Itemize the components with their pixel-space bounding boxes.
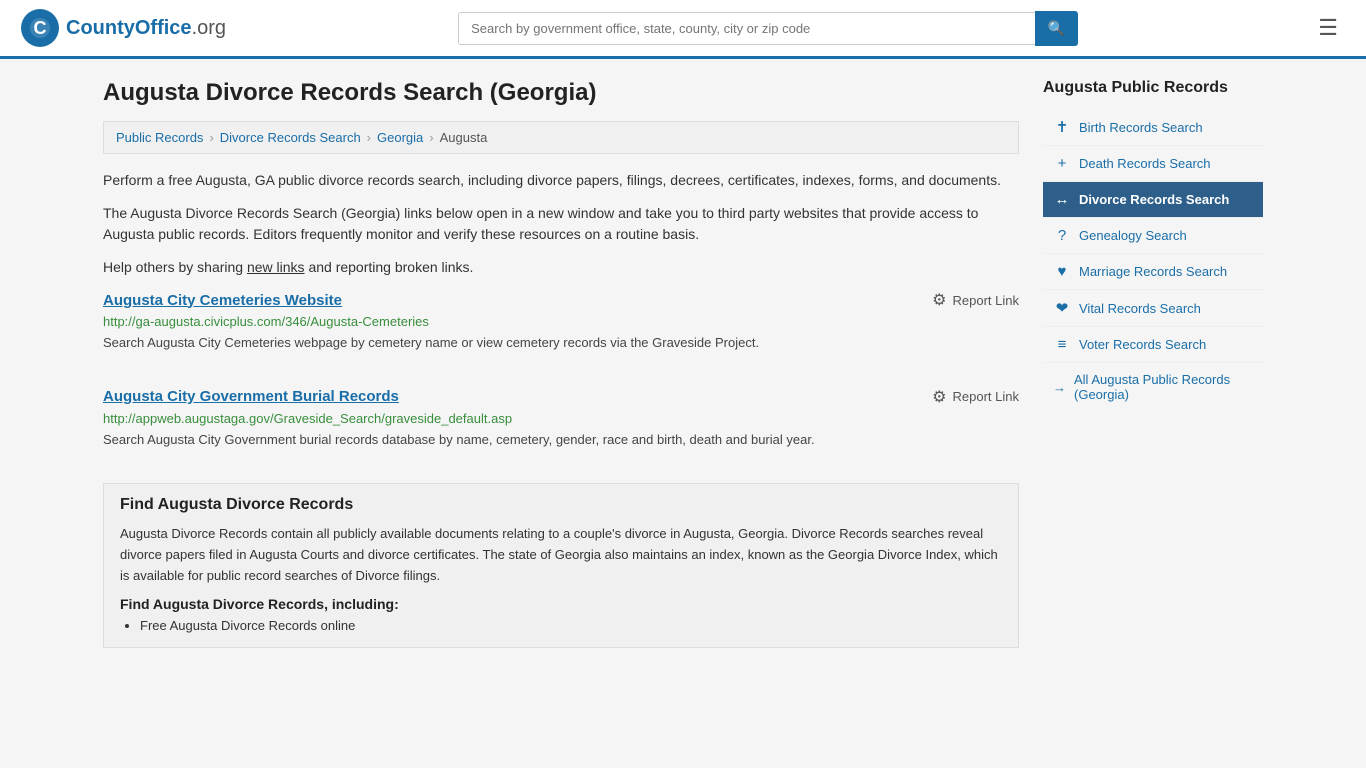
breadcrumb-sep-1: › bbox=[209, 130, 213, 145]
sidebar-label-voter-records: Voter Records Search bbox=[1079, 337, 1206, 352]
genealogy-icon: ? bbox=[1053, 227, 1071, 244]
content-area: Augusta Divorce Records Search (Georgia)… bbox=[103, 79, 1019, 648]
record-entry-1-header: Augusta City Cemeteries Website ⚙ Report… bbox=[103, 290, 1019, 310]
breadcrumb-georgia[interactable]: Georgia bbox=[377, 130, 423, 145]
report-link-label-2: Report Link bbox=[953, 389, 1019, 404]
marriage-records-icon: ♥ bbox=[1053, 263, 1071, 280]
page-title: Augusta Divorce Records Search (Georgia) bbox=[103, 79, 1019, 107]
find-section: Find Augusta Divorce Records Augusta Div… bbox=[103, 483, 1019, 648]
report-icon-2: ⚙ bbox=[932, 387, 946, 407]
record-entry-2: Augusta City Government Burial Records ⚙… bbox=[103, 387, 1019, 464]
description-3: Help others by sharing new links and rep… bbox=[103, 257, 1019, 278]
voter-records-icon: ≡ bbox=[1053, 336, 1071, 353]
sidebar-item-voter-records[interactable]: ≡ Voter Records Search bbox=[1043, 327, 1263, 363]
logo-icon: C bbox=[20, 8, 60, 48]
sidebar-label-genealogy: Genealogy Search bbox=[1079, 228, 1187, 243]
sidebar-item-birth-records[interactable]: ✝ Birth Records Search bbox=[1043, 109, 1263, 146]
logo-text: CountyOffice.org bbox=[66, 17, 226, 40]
sidebar-title: Augusta Public Records bbox=[1043, 79, 1263, 97]
breadcrumb-public-records[interactable]: Public Records bbox=[116, 130, 203, 145]
find-body: Augusta Divorce Records contain all publ… bbox=[120, 524, 1002, 586]
divorce-records-icon: ↔ bbox=[1053, 191, 1071, 208]
description-1: Perform a free Augusta, GA public divorc… bbox=[103, 170, 1019, 191]
birth-records-icon: ✝ bbox=[1053, 118, 1071, 136]
sidebar-label-marriage-records: Marriage Records Search bbox=[1079, 264, 1227, 279]
record-entry-2-header: Augusta City Government Burial Records ⚙… bbox=[103, 387, 1019, 407]
death-records-icon: + bbox=[1053, 155, 1071, 172]
description-2: The Augusta Divorce Records Search (Geor… bbox=[103, 203, 1019, 245]
list-item: Free Augusta Divorce Records online bbox=[140, 618, 1002, 633]
breadcrumb-divorce-records[interactable]: Divorce Records Search bbox=[220, 130, 361, 145]
find-heading: Find Augusta Divorce Records bbox=[120, 496, 1002, 514]
breadcrumb-sep-3: › bbox=[429, 130, 433, 145]
search-button[interactable]: 🔍 bbox=[1035, 11, 1078, 46]
record-url-1[interactable]: http://ga-augusta.civicplus.com/346/Augu… bbox=[103, 314, 1019, 329]
sidebar-all-records-label: All Augusta Public Records (Georgia) bbox=[1074, 372, 1253, 402]
sidebar-all-records-link[interactable]: → All Augusta Public Records (Georgia) bbox=[1043, 363, 1263, 411]
sidebar-label-birth-records: Birth Records Search bbox=[1079, 120, 1203, 135]
report-link-2[interactable]: ⚙ Report Link bbox=[932, 387, 1019, 407]
search-input[interactable] bbox=[458, 12, 1035, 45]
record-desc-1: Search Augusta City Cemeteries webpage b… bbox=[103, 333, 1019, 353]
sidebar: Augusta Public Records ✝ Birth Records S… bbox=[1043, 79, 1263, 648]
breadcrumb-sep-2: › bbox=[367, 130, 371, 145]
record-title-1[interactable]: Augusta City Cemeteries Website bbox=[103, 292, 342, 309]
sidebar-item-vital-records[interactable]: ❤ Vital Records Search bbox=[1043, 290, 1263, 327]
header: C CountyOffice.org 🔍 ☰ bbox=[0, 0, 1366, 59]
sidebar-label-divorce-records: Divorce Records Search bbox=[1079, 192, 1229, 207]
sidebar-item-marriage-records[interactable]: ♥ Marriage Records Search bbox=[1043, 254, 1263, 290]
sidebar-label-death-records: Death Records Search bbox=[1079, 156, 1211, 171]
report-link-1[interactable]: ⚙ Report Link bbox=[932, 290, 1019, 310]
breadcrumb: Public Records › Divorce Records Search … bbox=[103, 121, 1019, 154]
svg-text:C: C bbox=[34, 18, 47, 38]
search-area: 🔍 bbox=[458, 11, 1078, 46]
find-sub-heading: Find Augusta Divorce Records, including: bbox=[120, 596, 1002, 612]
breadcrumb-augusta: Augusta bbox=[440, 130, 488, 145]
menu-button[interactable]: ☰ bbox=[1310, 11, 1346, 45]
logo-area: C CountyOffice.org bbox=[20, 8, 226, 48]
report-link-label-1: Report Link bbox=[953, 293, 1019, 308]
vital-records-icon: ❤ bbox=[1053, 299, 1071, 317]
report-icon-1: ⚙ bbox=[932, 290, 946, 310]
record-entry-1: Augusta City Cemeteries Website ⚙ Report… bbox=[103, 290, 1019, 367]
record-desc-2: Search Augusta City Government burial re… bbox=[103, 430, 1019, 450]
record-url-2[interactable]: http://appweb.augustaga.gov/Graveside_Se… bbox=[103, 411, 1019, 426]
sidebar-item-genealogy[interactable]: ? Genealogy Search bbox=[1043, 218, 1263, 254]
arrow-right-icon: → bbox=[1053, 380, 1066, 395]
sidebar-item-death-records[interactable]: + Death Records Search bbox=[1043, 146, 1263, 182]
find-list: Free Augusta Divorce Records online bbox=[120, 618, 1002, 633]
sidebar-item-divorce-records[interactable]: ↔ Divorce Records Search bbox=[1043, 182, 1263, 218]
main-wrapper: Augusta Divorce Records Search (Georgia)… bbox=[83, 59, 1283, 668]
sidebar-label-vital-records: Vital Records Search bbox=[1079, 301, 1201, 316]
new-links-link[interactable]: new links bbox=[247, 259, 305, 275]
record-title-2[interactable]: Augusta City Government Burial Records bbox=[103, 388, 399, 405]
